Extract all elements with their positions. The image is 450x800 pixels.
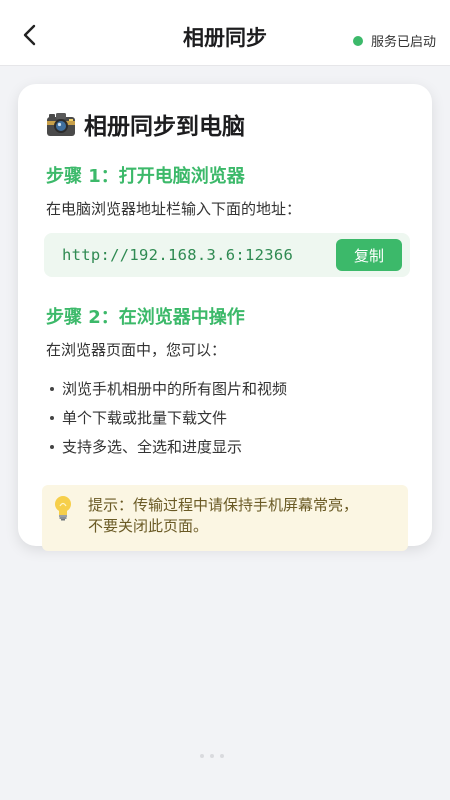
server-url[interactable]: http://192.168.3.6:12366 — [62, 246, 293, 264]
camera-icon — [47, 113, 75, 136]
app-header: 相册同步 服务已启动 — [0, 0, 450, 66]
bullet-icon — [50, 386, 54, 391]
step2-desc: 在浏览器页面中，您可以： — [46, 341, 227, 359]
feature-list: 浏览手机相册中的所有图片和视频 单个下载或批量下载文件 支持多选、全选和进度显示 — [46, 374, 408, 461]
indicator-dot — [210, 754, 214, 758]
indicator-dot — [220, 754, 224, 758]
bullet-icon — [50, 415, 54, 420]
tip-text: 提示：传输过程中请保持手机屏幕常亮， 不要关闭此页面。 — [88, 496, 359, 535]
page-indicator — [200, 754, 224, 758]
step2-title: 步骤 2：在浏览器中操作 — [46, 307, 245, 328]
lightbulb-icon — [55, 496, 71, 521]
step1-title: 步骤 1：打开电脑浏览器 — [46, 166, 245, 187]
sync-card: 相册同步到电脑 步骤 1：打开电脑浏览器 在电脑浏览器地址栏输入下面的地址： h… — [18, 84, 432, 551]
status-dot-icon — [352, 35, 363, 46]
service-status: 服务已启动 — [352, 31, 436, 50]
list-item: 浏览手机相册中的所有图片和视频 — [46, 374, 408, 403]
url-box: http://192.168.3.6:12366 复制 — [44, 233, 410, 277]
card-title-text: 相册同步到电脑 — [84, 114, 245, 140]
copy-button[interactable]: 复制 — [336, 239, 402, 271]
tip-box: 提示：传输过程中请保持手机屏幕常亮， 不要关闭此页面。 — [42, 485, 408, 551]
bullet-icon — [50, 444, 54, 449]
card-title: 相册同步到电脑 — [46, 106, 408, 142]
list-item: 支持多选、全选和进度显示 — [46, 432, 408, 461]
list-item: 单个下载或批量下载文件 — [46, 403, 408, 432]
step1-desc: 在电脑浏览器地址栏输入下面的地址： — [46, 200, 302, 218]
status-text: 服务已启动 — [370, 35, 436, 50]
indicator-dot — [200, 754, 204, 758]
